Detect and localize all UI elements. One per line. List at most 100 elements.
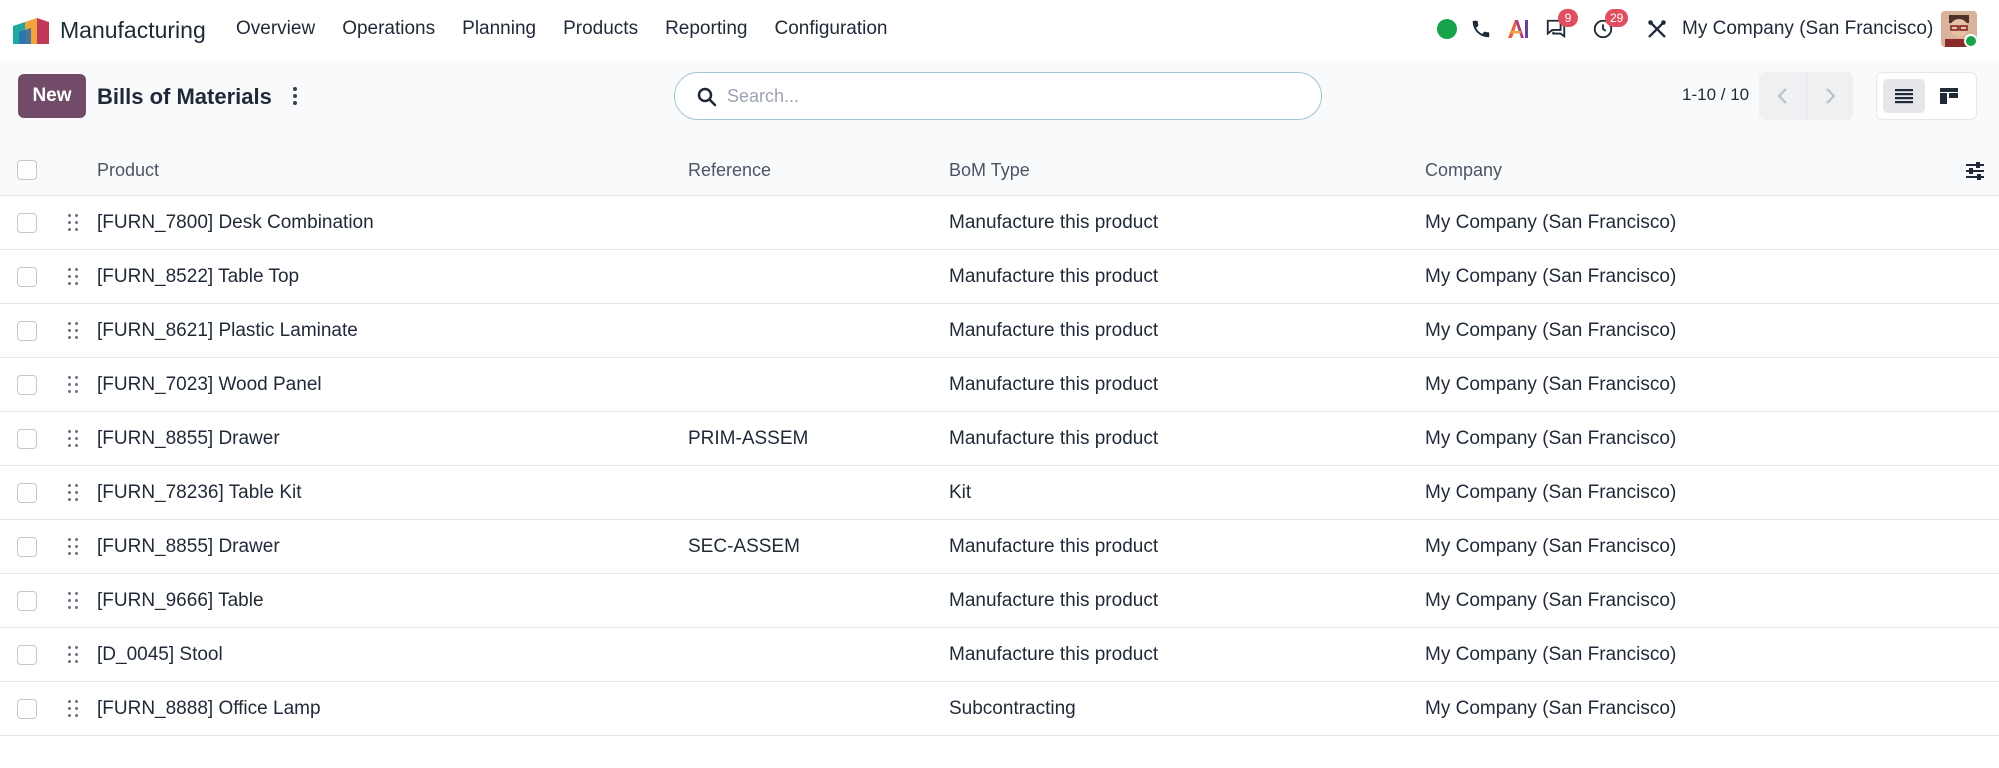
cell-company: My Company (San Francisco) <box>1425 266 1677 287</box>
table-row[interactable]: [FURN_8888] Office Lamp Subcontracting M… <box>0 682 1999 736</box>
row-checkbox[interactable] <box>17 483 37 503</box>
drag-handle-icon[interactable] <box>68 538 80 556</box>
select-all-checkbox[interactable] <box>17 160 37 180</box>
table-row[interactable]: [D_0045] Stool Manufacture this product … <box>0 628 1999 682</box>
actions-kebab-icon[interactable] <box>289 82 301 110</box>
status-online-icon[interactable] <box>1437 19 1457 39</box>
activities-badge: 29 <box>1605 9 1629 27</box>
cell-company: My Company (San Francisco) <box>1425 536 1677 557</box>
list-view-button[interactable] <box>1883 79 1925 113</box>
cell-reference: PRIM-ASSEM <box>688 428 809 449</box>
cell-company: My Company (San Francisco) <box>1425 698 1677 719</box>
table-header: Product Reference BoM Type Company <box>0 146 1999 196</box>
messages-icon[interactable]: 9 <box>1543 9 1578 42</box>
cell-product: [FURN_8855] Drawer <box>97 536 280 557</box>
chevron-right-icon <box>1826 88 1836 104</box>
bom-list-table: Product Reference BoM Type Company [FURN… <box>0 146 1999 736</box>
drag-handle-icon[interactable] <box>68 484 80 502</box>
cell-company: My Company (San Francisco) <box>1425 482 1677 503</box>
debug-tools-icon[interactable] <box>1644 16 1670 42</box>
cell-company: My Company (San Francisco) <box>1425 212 1677 233</box>
messages-badge: 9 <box>1558 9 1578 27</box>
menu-operations[interactable]: Operations <box>342 18 435 40</box>
pager-value[interactable]: 1-10 / 10 <box>1682 85 1749 105</box>
ai-icon[interactable] <box>1505 16 1531 42</box>
row-checkbox[interactable] <box>17 375 37 395</box>
pager-buttons <box>1759 72 1853 120</box>
search-input[interactable] <box>727 81 1287 111</box>
table-row[interactable]: [FURN_8855] Drawer SEC-ASSEM Manufacture… <box>0 520 1999 574</box>
header-company[interactable]: Company <box>1425 160 1502 181</box>
cell-bom-type: Kit <box>949 482 972 503</box>
cell-bom-type: Manufacture this product <box>949 644 1159 665</box>
cell-bom-type: Manufacture this product <box>949 428 1159 449</box>
header-reference[interactable]: Reference <box>688 160 771 181</box>
header-product[interactable]: Product <box>97 160 159 181</box>
drag-handle-icon[interactable] <box>68 268 80 286</box>
row-checkbox[interactable] <box>17 267 37 287</box>
row-checkbox[interactable] <box>17 699 37 719</box>
cell-bom-type: Manufacture this product <box>949 266 1159 287</box>
user-online-icon <box>1964 34 1978 48</box>
table-row[interactable]: [FURN_8522] Table Top Manufacture this p… <box>0 250 1999 304</box>
kanban-view-button[interactable] <box>1929 79 1971 113</box>
app-name[interactable]: Manufacturing <box>60 17 206 44</box>
cell-bom-type: Manufacture this product <box>949 536 1159 557</box>
drag-handle-icon[interactable] <box>68 646 80 664</box>
drag-handle-icon[interactable] <box>68 376 80 394</box>
view-switcher <box>1876 72 1977 120</box>
drag-handle-icon[interactable] <box>68 430 80 448</box>
new-button[interactable]: New <box>18 74 86 118</box>
cell-company: My Company (San Francisco) <box>1425 428 1677 449</box>
drag-handle-icon[interactable] <box>68 592 80 610</box>
manufacturing-app-icon[interactable] <box>13 16 49 44</box>
main-menu: Overview Operations Planning Products Re… <box>236 18 915 40</box>
header-bom-type[interactable]: BoM Type <box>949 160 1030 181</box>
row-checkbox[interactable] <box>17 591 37 611</box>
cell-product: [FURN_8621] Plastic Laminate <box>97 320 358 341</box>
search-bar[interactable] <box>674 72 1322 120</box>
cell-company: My Company (San Francisco) <box>1425 644 1677 665</box>
cell-bom-type: Manufacture this product <box>949 320 1159 341</box>
page-title: Bills of Materials <box>97 84 272 109</box>
cell-product: [FURN_8888] Office Lamp <box>97 698 321 719</box>
chevron-left-icon <box>1777 88 1787 104</box>
phone-icon[interactable] <box>1468 16 1494 42</box>
control-panel: New Bills of Materials 1-10 / 10 <box>0 60 1999 156</box>
company-switcher[interactable]: My Company (San Francisco) <box>1682 18 1933 40</box>
table-row[interactable]: [FURN_8621] Plastic Laminate Manufacture… <box>0 304 1999 358</box>
table-row[interactable]: [FURN_78236] Table Kit Kit My Company (S… <box>0 466 1999 520</box>
cell-company: My Company (San Francisco) <box>1425 374 1677 395</box>
cell-company: My Company (San Francisco) <box>1425 320 1677 341</box>
row-checkbox[interactable] <box>17 321 37 341</box>
row-checkbox[interactable] <box>17 213 37 233</box>
drag-handle-icon[interactable] <box>68 322 80 340</box>
table-row[interactable]: [FURN_7023] Wood Panel Manufacture this … <box>0 358 1999 412</box>
row-checkbox[interactable] <box>17 537 37 557</box>
menu-configuration[interactable]: Configuration <box>774 18 887 40</box>
menu-products[interactable]: Products <box>563 18 638 40</box>
row-checkbox[interactable] <box>17 429 37 449</box>
menu-overview[interactable]: Overview <box>236 18 315 40</box>
cell-bom-type: Manufacture this product <box>949 212 1159 233</box>
activity-clock-icon[interactable]: 29 <box>1590 9 1629 42</box>
kanban-view-icon <box>1940 88 1959 104</box>
search-icon[interactable] <box>695 85 719 109</box>
cell-product: [FURN_7023] Wood Panel <box>97 374 322 395</box>
cell-bom-type: Subcontracting <box>949 698 1076 719</box>
table-row[interactable]: [FURN_7800] Desk Combination Manufacture… <box>0 196 1999 250</box>
drag-handle-icon[interactable] <box>68 214 80 232</box>
menu-reporting[interactable]: Reporting <box>665 18 747 40</box>
table-row[interactable]: [FURN_9666] Table Manufacture this produ… <box>0 574 1999 628</box>
pager-previous-button[interactable] <box>1759 72 1806 120</box>
drag-handle-icon[interactable] <box>68 700 80 718</box>
table-body: [FURN_7800] Desk Combination Manufacture… <box>0 196 1999 736</box>
cell-bom-type: Manufacture this product <box>949 590 1159 611</box>
top-navbar: Manufacturing Overview Operations Planni… <box>0 0 1999 60</box>
cell-product: [FURN_8855] Drawer <box>97 428 280 449</box>
menu-planning[interactable]: Planning <box>462 18 536 40</box>
table-row[interactable]: [FURN_8855] Drawer PRIM-ASSEM Manufactur… <box>0 412 1999 466</box>
pager-next-button[interactable] <box>1806 72 1853 120</box>
optional-columns-icon[interactable] <box>1964 160 1986 182</box>
row-checkbox[interactable] <box>17 645 37 665</box>
